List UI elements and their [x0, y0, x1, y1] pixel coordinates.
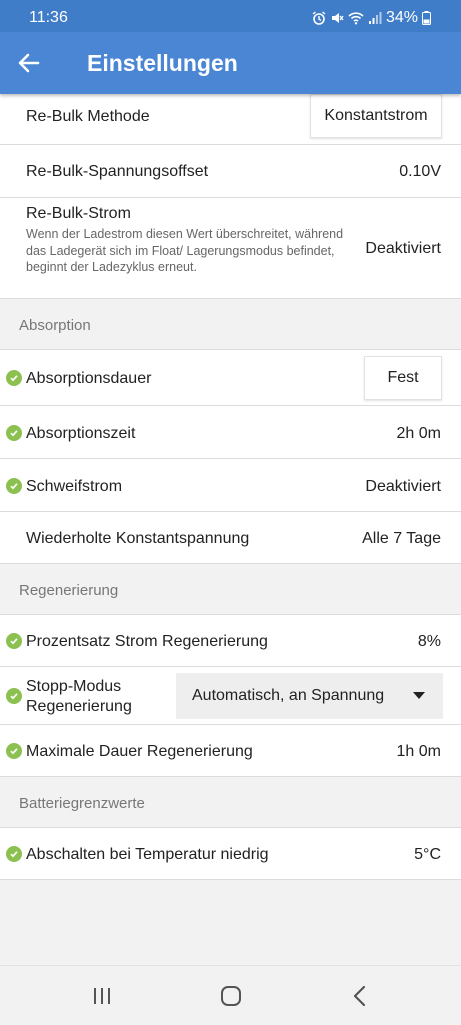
setting-label: Schweifstrom — [26, 478, 123, 495]
section-absorption: Absorption — [0, 299, 461, 350]
setting-value: 2h 0m — [396, 425, 441, 442]
check-icon — [6, 370, 22, 386]
status-icons: 34% — [312, 9, 431, 27]
setting-label: Maximale Dauer Regenerierung — [26, 743, 253, 760]
battery-percent: 34% — [385, 9, 418, 26]
alarm-icon — [312, 11, 326, 25]
setting-rebulk-current[interactable]: Re-Bulk-Strom Wenn der Ladestrom diesen … — [0, 198, 461, 299]
home-icon[interactable] — [220, 985, 242, 1007]
signal-icon — [368, 12, 382, 24]
section-title: Absorption — [19, 317, 91, 334]
mute-icon — [331, 13, 344, 23]
back-icon[interactable] — [352, 985, 368, 1007]
check-icon — [6, 425, 22, 441]
setting-label: Prozentsatz Strom Regenerierung — [26, 633, 268, 650]
check-icon — [6, 743, 22, 759]
section-regeneration: Regenerierung — [0, 564, 461, 615]
setting-description: Wenn der Ladestrom diesen Wert überschre… — [26, 227, 344, 274]
recents-icon[interactable] — [92, 986, 112, 1006]
check-icon — [6, 688, 22, 704]
setting-label: Abschalten bei Temperatur niedrig — [26, 846, 269, 863]
section-title: Regenerierung — [19, 582, 119, 599]
setting-label: Re-Bulk Methode — [26, 108, 150, 125]
rebulk-method-select[interactable]: Konstantstrom — [310, 94, 442, 138]
absorption-duration-select[interactable]: Fest — [364, 356, 442, 400]
dropdown-value: Automatisch, an Spannung — [192, 687, 385, 704]
stop-mode-dropdown[interactable]: Automatisch, an Spannung — [176, 673, 443, 719]
setting-value: 1h 0m — [396, 743, 441, 760]
status-time: 11:36 — [29, 9, 68, 26]
setting-repeated-absorption[interactable]: Wiederholte Konstantspannung Alle 7 Tage — [0, 512, 461, 564]
page-title: Einstellungen — [87, 50, 238, 76]
dropdown-arrow-icon — [413, 692, 425, 699]
status-bar: 11:36 34% — [0, 0, 461, 32]
setting-regeneration-percent[interactable]: Prozentsatz Strom Regenerierung 8% — [0, 615, 461, 667]
setting-label: Wiederholte Konstantspannung — [26, 530, 250, 547]
setting-value: 0.10V — [399, 163, 441, 180]
setting-label: Re-Bulk-Spannungsoffset — [26, 163, 209, 180]
setting-label: Stopp-Modus Regenerierung — [26, 677, 132, 717]
back-arrow-icon[interactable] — [16, 50, 42, 76]
system-nav-bar — [0, 965, 461, 1025]
check-icon — [6, 633, 22, 649]
check-icon — [6, 478, 22, 494]
setting-regeneration-max-duration[interactable]: Maximale Dauer Regenerierung 1h 0m — [0, 725, 461, 777]
app-bar: Einstellungen — [0, 32, 461, 94]
setting-rebulk-offset[interactable]: Re-Bulk-Spannungsoffset 0.10V — [0, 145, 461, 198]
setting-low-temp-cutoff[interactable]: Abschalten bei Temperatur niedrig 5°C — [0, 828, 461, 880]
setting-label: Re-Bulk-Strom — [26, 205, 131, 222]
check-icon — [6, 846, 22, 862]
setting-rebulk-method[interactable]: Re-Bulk Methode Konstantstrom — [0, 94, 461, 145]
setting-regeneration-stop-mode[interactable]: Stopp-Modus Regenerierung Automatisch, a… — [0, 667, 461, 725]
setting-label: Absorptionsdauer — [26, 370, 152, 387]
settings-list: Re-Bulk Methode Konstantstrom Re-Bulk-Sp… — [0, 94, 461, 880]
battery-icon — [422, 11, 431, 25]
setting-value: 8% — [417, 633, 441, 650]
setting-value: Deaktiviert — [365, 240, 441, 257]
setting-label-line1: Stopp-Modus — [26, 678, 122, 695]
setting-value: Deaktiviert — [365, 478, 441, 495]
section-title: Batteriegrenzwerte — [19, 795, 145, 812]
setting-label-line2: Regenerierung — [26, 698, 132, 715]
setting-value: Alle 7 Tage — [362, 530, 441, 547]
setting-absorption-duration[interactable]: Absorptionsdauer Fest — [0, 350, 461, 406]
wifi-icon — [348, 12, 364, 25]
setting-value: 5°C — [414, 846, 441, 863]
setting-label: Absorptionszeit — [26, 425, 136, 442]
setting-absorption-time[interactable]: Absorptionszeit 2h 0m — [0, 406, 461, 459]
section-battery-limits: Batteriegrenzwerte — [0, 777, 461, 828]
setting-tail-current[interactable]: Schweifstrom Deaktiviert — [0, 459, 461, 512]
